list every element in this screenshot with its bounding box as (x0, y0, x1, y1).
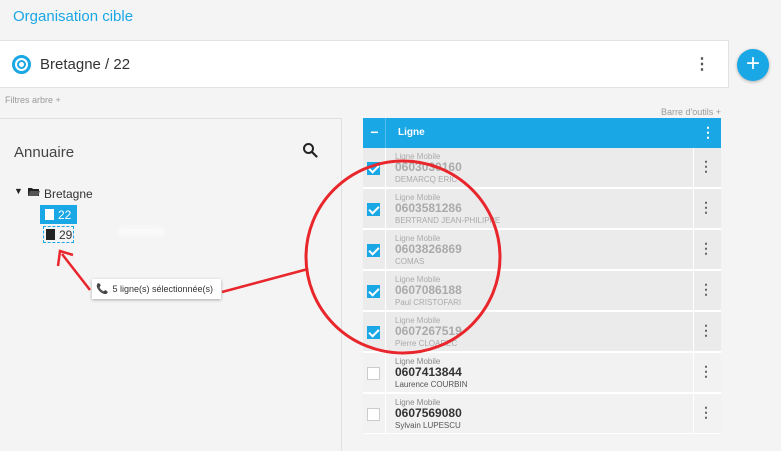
more-vert-icon[interactable]: ⋮ (699, 322, 713, 339)
table-row[interactable]: Ligne Mobile 0603826869 COMAS ⋮ (363, 230, 721, 270)
header-divider (385, 118, 386, 148)
row-checkbox-cell[interactable] (363, 189, 385, 229)
more-vert-icon[interactable]: ⋮ (699, 281, 713, 298)
row-divider (385, 148, 386, 188)
row-checkbox[interactable] (367, 244, 380, 257)
more-vert-icon[interactable]: ⋮ (699, 158, 713, 175)
tooltip-text: 5 ligne(s) sélectionnée(s) (112, 284, 213, 294)
annuaire-title: Annuaire (14, 144, 75, 161)
tree-expand-icon[interactable]: ▼ (14, 186, 23, 196)
page-title: Organisation cible (13, 8, 134, 25)
row-checkbox[interactable] (367, 162, 380, 175)
line-owner: DEMARCQ ERIC (395, 175, 458, 184)
row-divider (693, 189, 694, 229)
tree-node-22[interactable]: 22 (40, 205, 77, 224)
row-checkbox-cell[interactable] (363, 271, 385, 311)
line-number: 0603581286 (395, 201, 462, 215)
table-row[interactable]: Ligne Mobile 0603581286 BERTRAND JEAN-PHIL… (363, 189, 721, 229)
table-row[interactable]: Ligne Mobile 0607569080 Sylvain LUPESCU ⋮ (363, 394, 721, 434)
more-vert-icon[interactable]: ⋮ (699, 363, 713, 380)
row-checkbox-cell[interactable] (363, 230, 385, 270)
table-row[interactable]: Ligne Mobile 0607086188 Paul CRISTOFARI ⋮ (363, 271, 721, 311)
row-divider (385, 353, 386, 393)
line-number: 0607413844 (395, 365, 462, 379)
row-divider (385, 230, 386, 270)
more-vert-icon[interactable]: ⋮ (699, 240, 713, 257)
row-checkbox-cell[interactable] (363, 353, 385, 393)
more-vert-icon[interactable]: ⋮ (701, 124, 715, 141)
line-owner: Sylvain LUPESCU (395, 421, 461, 430)
line-number: 0607569080 (395, 406, 462, 420)
line-number: 0607086188 (395, 283, 462, 297)
row-checkbox-cell[interactable] (363, 312, 385, 352)
line-number: 0603030160 (395, 160, 462, 174)
row-checkbox[interactable] (367, 203, 380, 216)
table-row[interactable]: Ligne Mobile 0603030160 DEMARCQ ERIC ⋮ (363, 148, 721, 188)
row-divider (693, 312, 694, 352)
org-label: Bretagne / 22 (40, 56, 131, 73)
drag-tooltip: 📞 5 ligne(s) sélectionnée(s) (92, 279, 221, 299)
row-divider (385, 394, 386, 434)
select-all-checkbox[interactable]: − (368, 125, 381, 139)
line-owner: COMAS (395, 257, 425, 266)
line-owner: BERTRAND JEAN-PHILIPPE (395, 216, 501, 225)
tree-node-label: 22 (58, 208, 72, 222)
row-divider (385, 271, 386, 311)
table-row[interactable]: Ligne Mobile 0607413844 Laurence COURBIN ⋮ (363, 353, 721, 393)
toolbar-link[interactable]: Barre d'outils + (661, 107, 721, 117)
more-vert-icon[interactable]: ⋮ (694, 55, 710, 75)
phone-icon: 📞 (96, 284, 109, 295)
line-number: 0607267519 (395, 324, 462, 338)
row-checkbox[interactable] (367, 408, 380, 421)
table-row[interactable]: Ligne Mobile 0607267519 Pierre CLOAREC ⋮ (363, 312, 721, 352)
line-owner: Paul CRISTOFARI (395, 298, 462, 307)
row-checkbox-cell[interactable] (363, 394, 385, 434)
row-checkbox[interactable] (367, 285, 380, 298)
more-vert-icon[interactable]: ⋮ (699, 199, 713, 216)
folder-open-icon (28, 188, 40, 196)
tree-filters-link[interactable]: Filtres arbre + (5, 95, 61, 105)
org-selector-bar[interactable]: Bretagne / 22 ⋮ (0, 40, 729, 88)
row-divider (385, 189, 386, 229)
row-checkbox[interactable] (367, 367, 380, 380)
line-owner: Laurence COURBIN (395, 380, 468, 389)
file-icon (45, 209, 54, 220)
row-divider (693, 148, 694, 188)
tree-root-label[interactable]: Bretagne (44, 187, 93, 201)
row-divider (693, 394, 694, 434)
lines-grid: − Ligne ⋮ Ligne Mobile 0603030160 DEMARCQ … (363, 118, 721, 434)
search-icon[interactable] (302, 142, 318, 158)
redacted-area (118, 227, 164, 236)
grid-header: − Ligne ⋮ (363, 118, 721, 148)
row-divider (385, 312, 386, 352)
row-divider (693, 353, 694, 393)
row-checkbox[interactable] (367, 326, 380, 339)
more-vert-icon[interactable]: ⋮ (699, 404, 713, 421)
tree-node-29[interactable]: 29 (43, 226, 74, 243)
row-checkbox-cell[interactable] (363, 148, 385, 188)
line-number: 0603826869 (395, 242, 462, 256)
column-header-ligne[interactable]: Ligne (398, 127, 425, 138)
file-icon (46, 229, 55, 240)
row-divider (693, 230, 694, 270)
target-icon (12, 55, 31, 74)
tree-node-label: 29 (59, 228, 73, 242)
row-divider (693, 271, 694, 311)
add-button[interactable]: + (737, 49, 769, 81)
line-owner: Pierre CLOAREC (395, 339, 458, 348)
